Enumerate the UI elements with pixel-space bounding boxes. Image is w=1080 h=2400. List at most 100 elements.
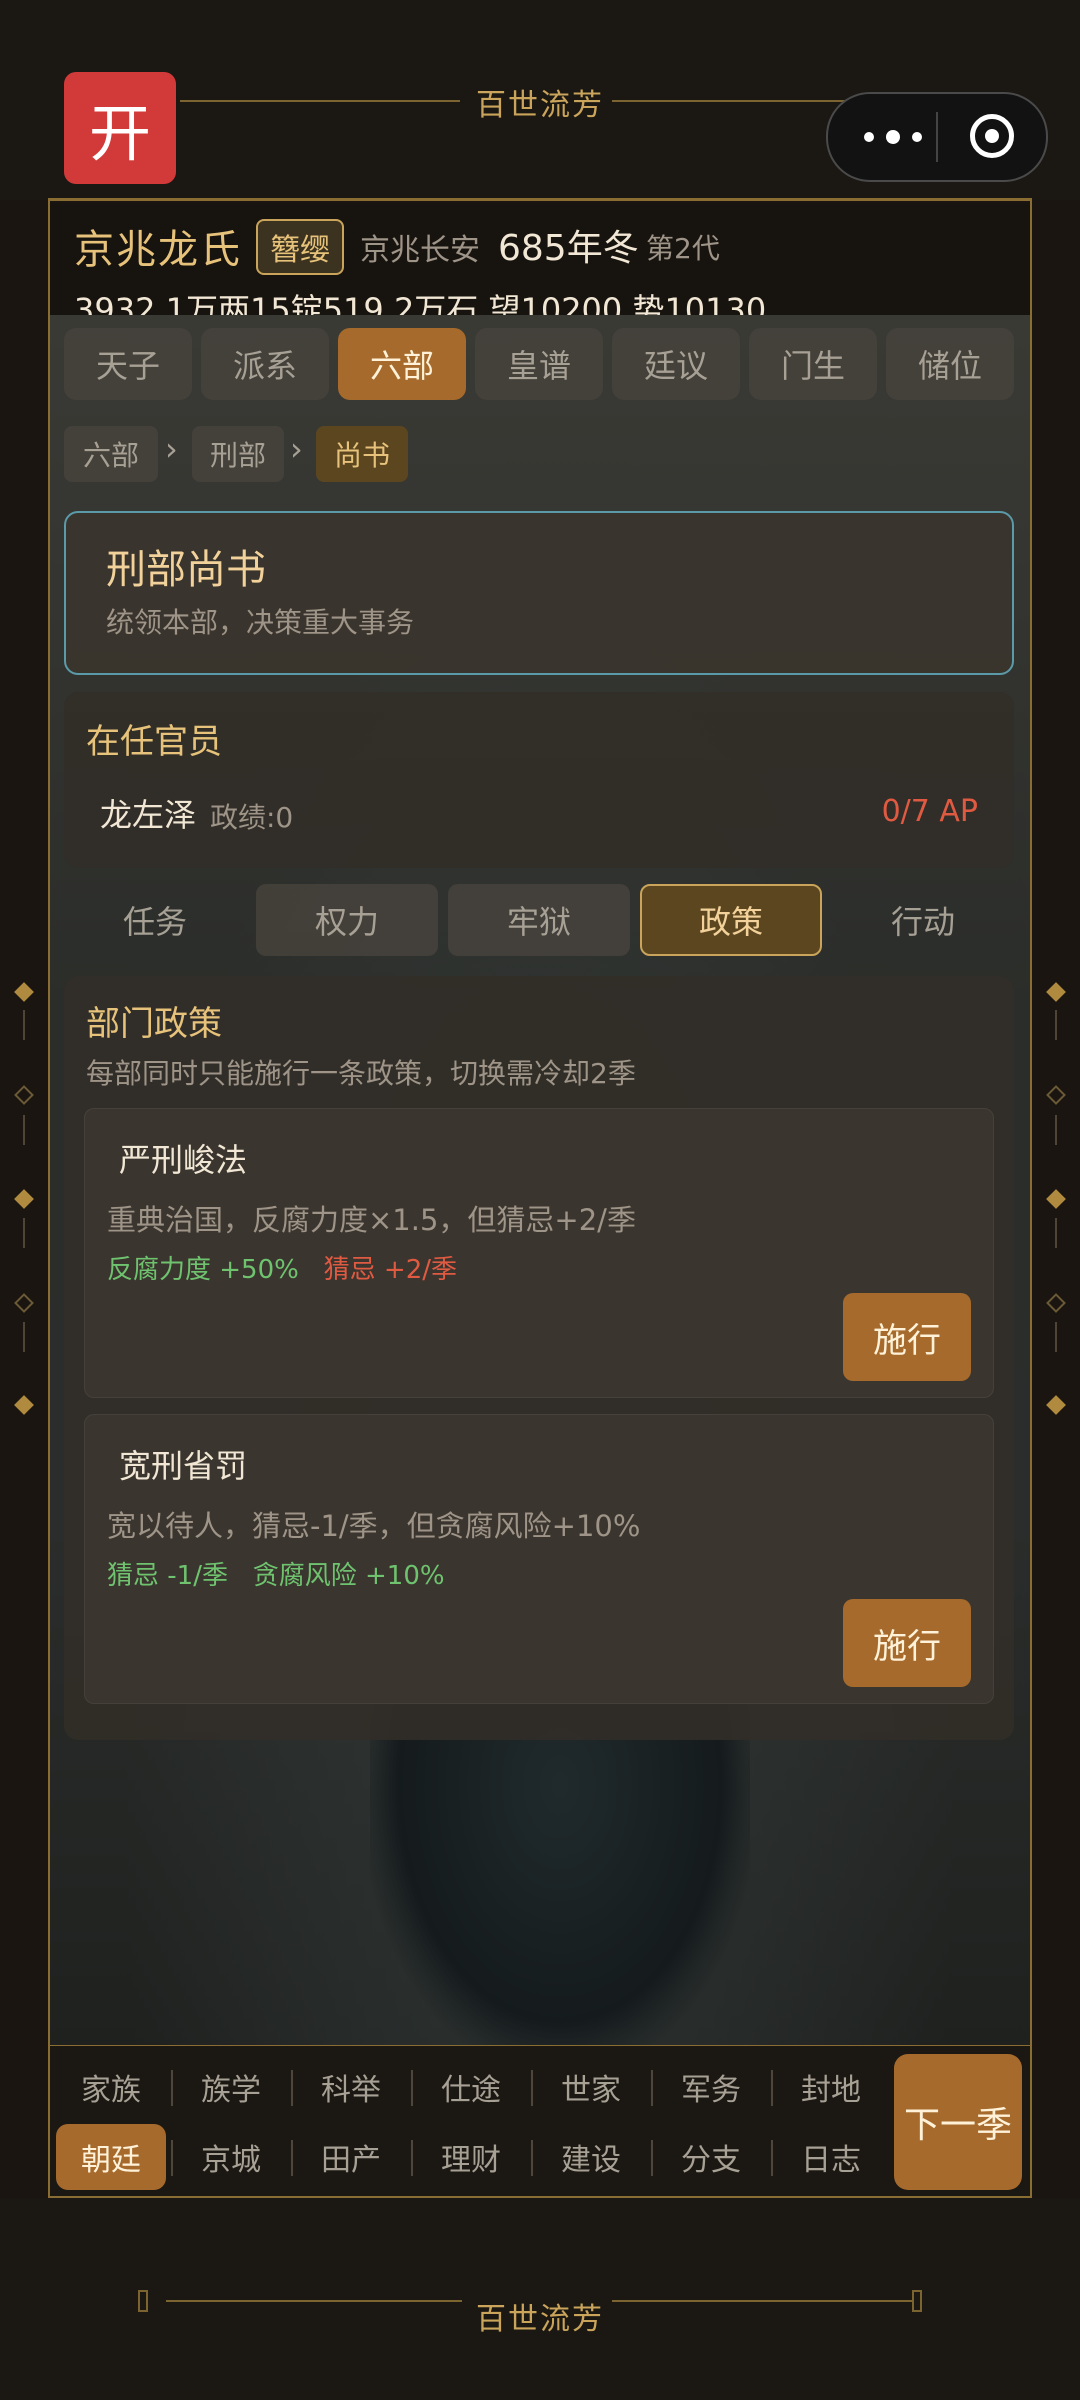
tab-chuwei[interactable]: 储位 <box>886 328 1014 400</box>
nav-jingcheng[interactable]: 京城 <box>176 2124 286 2190</box>
side-diamond-icon <box>1046 982 1066 1002</box>
subtab-policy[interactable]: 政策 <box>640 884 822 956</box>
nav-shitu[interactable]: 仕途 <box>416 2054 526 2120</box>
tab-mensheng[interactable]: 门生 <box>749 328 877 400</box>
generation: 第2代 <box>646 232 720 265</box>
nav-divider <box>171 2140 173 2176</box>
nav-divider <box>771 2070 773 2106</box>
policy-name: 宽刑省罚 <box>119 1447 248 1485</box>
rank-badge: 簪缨 <box>256 219 344 275</box>
next-season-button[interactable]: 下一季 <box>894 2054 1022 2190</box>
tab-tianzi[interactable]: 天子 <box>64 328 192 400</box>
side-diamond-icon <box>14 1293 34 1313</box>
nav-divider <box>411 2070 413 2106</box>
nav-divider <box>291 2070 293 2106</box>
side-dash <box>23 1322 25 1352</box>
side-diamond-icon <box>14 1085 34 1105</box>
nav-zuxue[interactable]: 族学 <box>176 2054 286 2120</box>
subtab-tasks[interactable]: 任务 <box>64 884 246 956</box>
top-bar: 开 百世流芳 <box>0 0 1080 200</box>
nav-tianchan[interactable]: 田产 <box>296 2124 406 2190</box>
effect-positive: 反腐力度 +50% <box>107 1255 299 1285</box>
nav-fengdi[interactable]: 封地 <box>776 2054 886 2120</box>
nav-divider <box>651 2070 653 2106</box>
clan-info-bar: 京兆龙氏 簪缨 京兆长安 685年冬 第2代 3932.1万两15锭519.2万… <box>50 203 1030 329</box>
footer-line-right <box>612 2300 912 2302</box>
nav-shijia[interactable]: 世家 <box>536 2054 646 2120</box>
side-diamond-icon <box>1046 1293 1066 1313</box>
effect-negative: 贪腐风险 +10% <box>252 1561 445 1591</box>
nav-jiazu[interactable]: 家族 <box>56 2054 166 2120</box>
nav-keju[interactable]: 科举 <box>296 2054 406 2120</box>
sub-tabs: 任务 权力 牢狱 政策 行动 <box>64 884 1014 956</box>
subtab-prison[interactable]: 牢狱 <box>448 884 630 956</box>
breadcrumb-xingbu[interactable]: 刑部 <box>192 426 284 482</box>
side-diamond-icon <box>1046 1395 1066 1415</box>
subtab-action[interactable]: 行动 <box>832 884 1014 956</box>
officials-title: 在任官员 <box>86 722 222 762</box>
policy-desc: 重典治国，反腐力度×1.5，但猜忌+2/季 <box>107 1203 636 1237</box>
clan-location: 京兆长安 <box>360 233 480 268</box>
clan-name: 京兆龙氏 <box>74 227 242 273</box>
policy-effects: 反腐力度 +50% 猜忌 +2/季 <box>107 1249 457 1286</box>
nav-divider <box>171 2070 173 2106</box>
policy-name: 严刑峻法 <box>119 1141 248 1179</box>
side-dash <box>1055 1218 1057 1248</box>
nav-divider <box>531 2070 533 2106</box>
nav-divider <box>771 2140 773 2176</box>
policy-effects: 猜忌 -1/季 贪腐风险 +10% <box>107 1555 445 1592</box>
nav-jianshe[interactable]: 建设 <box>536 2124 646 2190</box>
side-dash <box>23 1115 25 1145</box>
policy-card: 宽刑省罚 宽以待人，猜忌-1/季，但贪腐风险+10% 猜忌 -1/季 贪腐风险 … <box>84 1414 994 1704</box>
breadcrumb-shangshu[interactable]: 尚书 <box>316 426 408 482</box>
effect-positive: 猜忌 -1/季 <box>107 1561 228 1591</box>
official-name[interactable]: 龙左泽 <box>100 790 196 836</box>
apply-policy-button[interactable]: 施行 <box>843 1293 971 1381</box>
nav-divider <box>291 2140 293 2176</box>
tab-paixi[interactable]: 派系 <box>201 328 329 400</box>
side-diamond-icon <box>14 982 34 1002</box>
side-dash <box>1055 1010 1057 1040</box>
nav-divider <box>651 2140 653 2176</box>
breadcrumb-chevron-icon: › <box>290 430 303 468</box>
nav-chaoting[interactable]: 朝廷 <box>56 2124 166 2190</box>
nav-junwu[interactable]: 军务 <box>656 2054 766 2120</box>
nav-rizhi[interactable]: 日志 <box>776 2124 886 2190</box>
role-card: 刑部尚书 统领本部，决策重大事务 <box>64 511 1014 675</box>
side-diamond-icon <box>1046 1085 1066 1105</box>
breadcrumb-liubu[interactable]: 六部 <box>64 426 158 482</box>
bottom-nav: 家族 族学 科举 仕途 世家 军务 封地 朝廷 京城 田产 理财 建设 分支 日… <box>50 2046 1030 2196</box>
nav-fenzhi[interactable]: 分支 <box>656 2124 766 2190</box>
breadcrumb-chevron-icon: › <box>165 430 178 468</box>
frame-right <box>1030 0 1032 2400</box>
role-desc: 统领本部，决策重大事务 <box>106 606 415 639</box>
apply-policy-button[interactable]: 施行 <box>843 1599 971 1687</box>
tab-tingyi[interactable]: 廷议 <box>612 328 740 400</box>
side-diamond-icon <box>1046 1189 1066 1209</box>
officials-panel: 在任官员 龙左泽 政绩:0 0/7 AP <box>64 692 1014 868</box>
policy-desc: 宽以待人，猜忌-1/季，但贪腐风险+10% <box>107 1509 641 1543</box>
tab-huangpu[interactable]: 皇谱 <box>475 328 603 400</box>
side-diamond-icon <box>14 1395 34 1415</box>
more-icon[interactable] <box>860 124 926 150</box>
tab-liubu[interactable]: 六部 <box>338 328 466 400</box>
official-merit: 政绩:0 <box>210 801 294 834</box>
nav-divider <box>411 2140 413 2176</box>
side-diamond-icon <box>14 1189 34 1209</box>
effect-negative: 猜忌 +2/季 <box>323 1255 457 1285</box>
header-rule <box>48 198 1032 201</box>
main-tabs: 天子 派系 六部 皇谱 廷议 门生 储位 <box>64 328 1014 400</box>
policy-card: 严刑峻法 重典治国，反腐力度×1.5，但猜忌+2/季 反腐力度 +50% 猜忌 … <box>84 1108 994 1398</box>
side-dash <box>23 1010 25 1040</box>
nav-licai[interactable]: 理财 <box>416 2124 526 2190</box>
footer-cap-right <box>912 2290 922 2312</box>
official-ap: 0/7 AP <box>881 794 978 829</box>
capsule-divider <box>936 112 938 162</box>
mini-program-capsule <box>826 92 1048 182</box>
current-date: 685年冬 <box>498 228 639 269</box>
footer: 百世流芳 <box>0 2198 1080 2400</box>
close-target-icon[interactable] <box>970 114 1014 158</box>
nav-divider <box>531 2140 533 2176</box>
subtab-power[interactable]: 权力 <box>256 884 438 956</box>
side-dash <box>23 1218 25 1248</box>
